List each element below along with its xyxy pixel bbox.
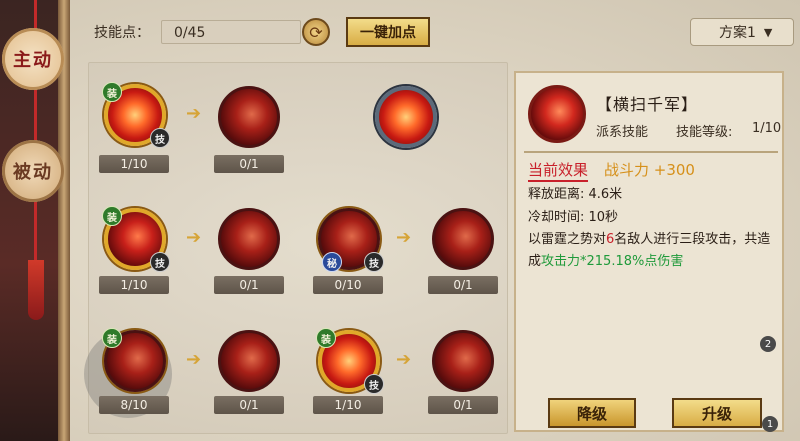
marker-one: 1 [762, 416, 778, 432]
equipped-badge: 装 [102, 206, 122, 226]
reset-points-button[interactable]: ⟳ [302, 18, 330, 46]
cast-range: 释放距离: 4.6米 [528, 187, 623, 202]
equipped-badge: 装 [102, 328, 122, 348]
skill-name: 【横扫千军】 [596, 95, 699, 114]
upgrade-button[interactable]: 升级 [672, 398, 762, 428]
skill-node-11[interactable] [432, 330, 494, 392]
skill-points-value: 0/45 [161, 20, 301, 44]
skill-badge: 技 [364, 252, 384, 272]
skill-level-value: 1/10 [752, 121, 782, 136]
arrow-right-icon: ➔ [396, 227, 412, 248]
skill-node-9[interactable] [218, 330, 280, 392]
skill-orb [375, 86, 437, 148]
skill-level-7: 0/1 [428, 276, 498, 294]
plan-label: 方案1 [719, 25, 756, 41]
skill-level-11: 0/1 [428, 396, 498, 414]
skill-level-label: 技能等级: [676, 125, 733, 140]
skill-node-7[interactable] [432, 208, 494, 270]
arrow-right-icon: ➔ [186, 349, 202, 370]
skill-orb [218, 330, 280, 392]
skill-node-2[interactable] [218, 86, 280, 148]
top-toolbar: 技能点： 0/45 ⟳ 一键加点 方案1 ▼ [70, 10, 800, 54]
skill-level-5: 0/1 [214, 276, 284, 294]
skill-detail-panel: 【横扫千军】 派系技能 技能等级: 1/10 当前效果 战斗力 +300 释放距… [514, 71, 784, 432]
skill-node-6[interactable]: 秘 技 [318, 208, 384, 272]
arrow-right-icon: ➔ [396, 349, 412, 370]
skill-node-8[interactable]: 装 [102, 328, 166, 392]
quick-assign-button[interactable]: 一键加点 [346, 17, 430, 47]
skill-badge: 技 [364, 374, 384, 394]
skill-description: 以雷霆之势对6名敌人进行三段攻击，共造成攻击力*215.18%点伤害 [528, 229, 778, 273]
desc-damage: 攻击力*215.18%点伤害 [541, 254, 684, 269]
skill-level-1: 1/10 [99, 155, 169, 173]
current-effect-value: 战斗力 +300 [604, 161, 695, 179]
refresh-icon: ⟳ [309, 22, 323, 42]
skill-node-4[interactable]: 装 技 [102, 206, 170, 272]
skill-level-2: 0/1 [214, 155, 284, 173]
skill-badge: 技 [150, 128, 170, 148]
skill-orb [432, 208, 494, 270]
skill-orb [218, 86, 280, 148]
skill-type: 派系技能 [596, 125, 649, 140]
decorative-tassel [28, 260, 44, 320]
skill-level-6: 0/10 [313, 276, 383, 294]
current-effect-title: 当前效果 [528, 159, 589, 182]
skill-orb [432, 330, 494, 392]
skill-level-9: 0/1 [214, 396, 284, 414]
arrow-right-icon: ➔ [186, 227, 202, 248]
skill-node-10[interactable]: 装 技 [316, 328, 384, 394]
marker-two: 2 [760, 336, 776, 352]
equipped-badge: 装 [102, 82, 122, 102]
skill-level-10: 1/10 [313, 396, 383, 414]
plan-dropdown[interactable]: 方案1 ▼ [690, 18, 794, 46]
downgrade-button[interactable]: 降级 [548, 398, 636, 428]
desc-prefix: 以雷霆之势对 [528, 232, 607, 247]
skill-badge: 技 [150, 252, 170, 272]
skill-level-8: 8/10 [99, 396, 169, 414]
skill-orb [218, 208, 280, 270]
arrow-right-icon: ➔ [186, 103, 202, 124]
skill-node-1[interactable]: 装 技 [102, 82, 170, 148]
skill-node-3[interactable] [375, 86, 437, 148]
cooldown-time: 冷却时间: 10秒 [528, 210, 619, 225]
tab-passive-skills[interactable]: 被动 [2, 140, 64, 202]
skill-level-4: 1/10 [99, 276, 169, 294]
chevron-down-icon: ▼ [763, 25, 773, 39]
skill-node-5[interactable] [218, 208, 280, 270]
selected-skill-icon [528, 85, 586, 143]
skill-points-label: 技能点： [94, 25, 150, 41]
divider [524, 151, 778, 153]
secret-badge: 秘 [322, 252, 342, 272]
equipped-badge: 装 [316, 328, 336, 348]
tab-active-skills[interactable]: 主动 [2, 28, 64, 90]
